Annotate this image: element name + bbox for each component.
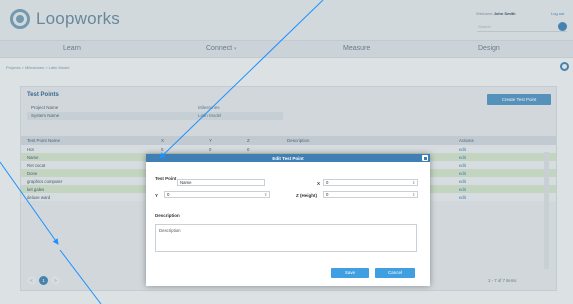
y-label: Y	[155, 193, 159, 198]
y-stepper-icon[interactable]: ⇕	[264, 192, 267, 197]
y-value: 0	[167, 192, 170, 197]
test-point-name-label: Test Point	[155, 176, 177, 181]
x-value: 0	[326, 180, 329, 185]
z-stepper-icon[interactable]: ⇕	[412, 192, 415, 197]
dialog-title: Edit Test Point	[272, 155, 304, 161]
z-value: 0	[326, 192, 329, 197]
z-height-field[interactable]: 0	[323, 191, 418, 198]
x-stepper-icon[interactable]: ⇕	[412, 180, 415, 185]
description-value: Description	[159, 228, 181, 233]
cancel-button[interactable]: Cancel	[375, 268, 415, 278]
z-height-label: Z (Height)	[296, 193, 317, 198]
save-button[interactable]: Save	[331, 268, 369, 278]
test-point-name-field[interactable]: Name	[177, 179, 265, 186]
dialog-header: Edit Test Point	[146, 154, 430, 162]
description-textarea[interactable]: Description	[155, 224, 417, 252]
edit-test-point-dialog: Edit Test Point Test Point Name X 0 ⇕ Y …	[146, 154, 430, 286]
x-field[interactable]: 0	[323, 179, 418, 186]
x-label: X	[317, 181, 321, 186]
description-label: Description	[155, 213, 180, 218]
close-icon[interactable]	[422, 155, 428, 161]
y-field[interactable]: 0	[164, 191, 270, 198]
